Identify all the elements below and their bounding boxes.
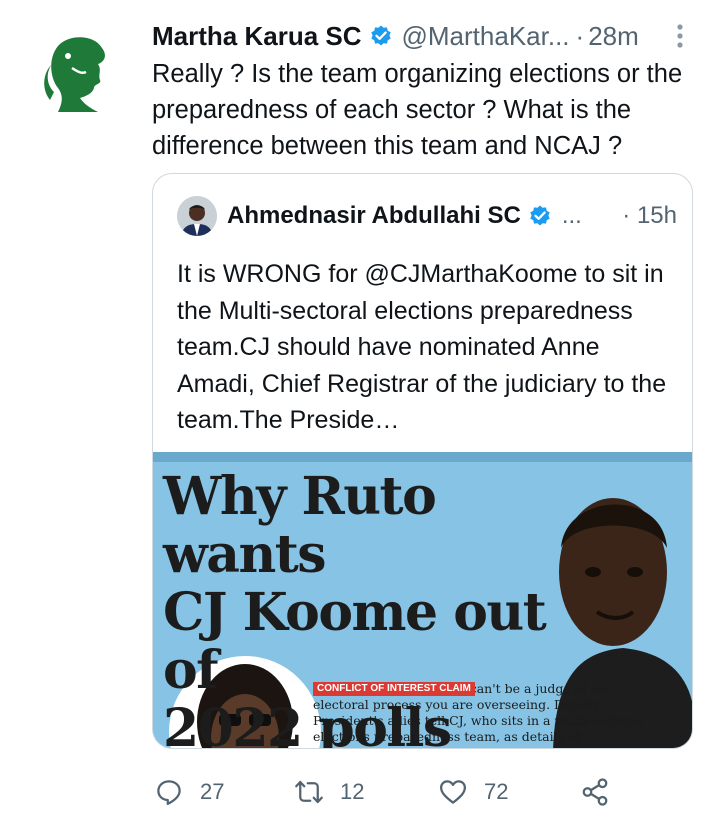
quoted-tweet[interactable]: Ahmednasir Abdullahi SC ... · 15h It is … <box>152 173 693 749</box>
author-name[interactable]: Martha Karua SC <box>152 21 362 52</box>
quoted-avatar <box>177 196 217 236</box>
retweet-icon <box>295 780 323 804</box>
more-options-icon[interactable] <box>668 22 692 50</box>
author-avatar[interactable] <box>28 28 124 124</box>
share-icon <box>582 778 608 806</box>
reply-count: 27 <box>200 779 225 804</box>
heart-icon <box>440 780 466 804</box>
like-button[interactable]: 72 <box>438 770 508 814</box>
quoted-media-image[interactable]: Why Ruto wants CJ Koome out of 2022 poll… <box>153 452 692 748</box>
headline-line-1: Why Ruto wants <box>163 466 437 585</box>
reply-button[interactable]: 27 <box>154 770 224 814</box>
retweet-count: 12 <box>340 779 365 804</box>
tweet-actions: 27 12 72 <box>152 770 652 814</box>
reply-icon <box>157 780 181 805</box>
like-count: 72 <box>484 779 509 804</box>
tweet-time[interactable]: 28m <box>588 21 639 52</box>
quoted-time[interactable]: · 15h <box>622 202 677 230</box>
profile-silhouette-icon <box>44 37 105 112</box>
quoted-author-name[interactable]: Ahmednasir Abdullahi SC <box>227 202 521 230</box>
tweet-text: Really ? Is the team organizing election… <box>152 60 683 160</box>
conflict-badge: CONFLICT OF INTEREST CLAIM <box>313 682 475 696</box>
person-avatar-icon <box>177 196 217 236</box>
verified-badge-icon <box>370 25 391 46</box>
tweet-header: Martha Karua SC @MarthaKar... · 28m <box>152 16 697 56</box>
verified-badge-icon <box>530 205 550 226</box>
author-handle[interactable]: @MarthaKar... <box>402 21 570 52</box>
share-button[interactable] <box>580 770 610 814</box>
quoted-header: Ahmednasir Abdullahi SC ... · 15h <box>177 194 677 238</box>
separator: · <box>575 20 585 51</box>
retweet-button[interactable]: 12 <box>294 770 364 814</box>
quoted-text: It is WRONG for @CJMarthaKoome to sit in… <box>177 260 667 434</box>
quoted-handle-truncated: ... <box>561 202 582 229</box>
